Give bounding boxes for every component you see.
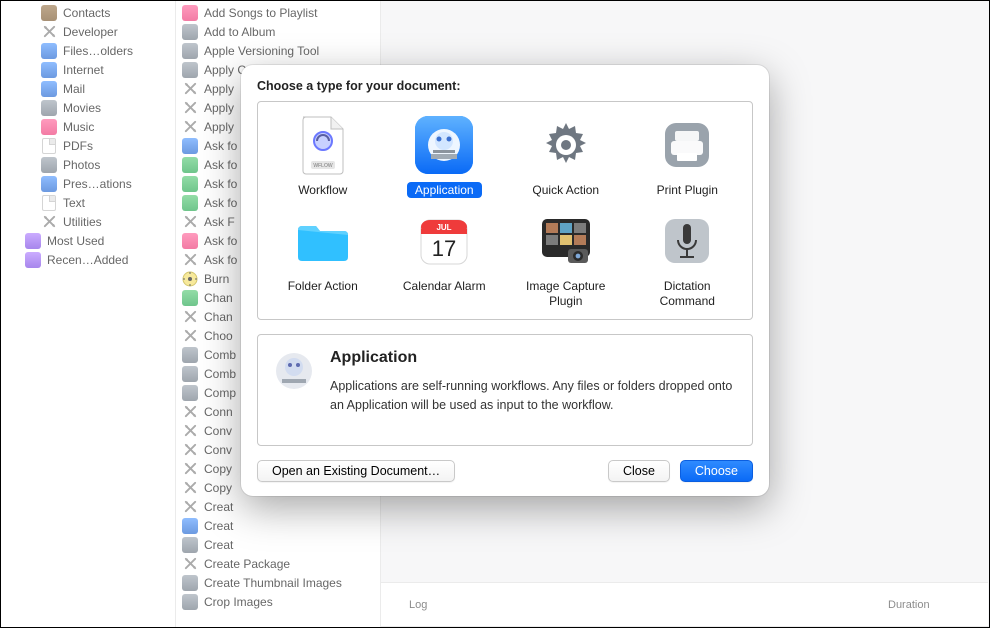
gear-icon — [535, 114, 597, 176]
type-option-folder-action[interactable]: Folder Action — [262, 204, 384, 311]
type-option-calendar-alarm[interactable]: JUL 17 Calendar Alarm — [384, 204, 506, 311]
calendar-icon: JUL 17 — [413, 210, 475, 272]
type-option-dictation-command[interactable]: Dictation Command — [627, 204, 749, 311]
type-grid: WFLOW Workflow — [257, 101, 753, 320]
microphone-icon — [656, 210, 718, 272]
svg-text:JUL: JUL — [437, 223, 452, 232]
type-option-workflow[interactable]: WFLOW Workflow — [262, 108, 384, 200]
automator-app-icon — [272, 349, 316, 393]
type-option-print-plugin[interactable]: Print Plugin — [627, 108, 749, 200]
close-button[interactable]: Close — [608, 460, 670, 482]
type-option-image-capture-plugin[interactable]: Image Capture Plugin — [505, 204, 627, 311]
type-label: Dictation Command — [643, 278, 731, 309]
type-label: Application — [407, 182, 482, 198]
folder-icon — [292, 210, 354, 272]
type-label: Folder Action — [280, 278, 366, 294]
open-existing-button[interactable]: Open an Existing Document… — [257, 460, 455, 482]
type-label: Print Plugin — [649, 182, 726, 198]
printer-icon — [656, 114, 718, 176]
type-description-box: Application Applications are self-runnin… — [257, 334, 753, 446]
modal-title: Choose a type for your document: — [257, 79, 753, 93]
type-label: Quick Action — [524, 182, 607, 198]
workflow-file-icon: WFLOW — [292, 114, 354, 176]
type-option-application[interactable]: Application — [384, 108, 506, 200]
type-label: Calendar Alarm — [395, 278, 494, 294]
type-label: Image Capture Plugin — [518, 278, 614, 309]
automator-app-icon — [413, 114, 475, 176]
image-capture-icon — [535, 210, 597, 272]
svg-text:WFLOW: WFLOW — [313, 163, 332, 169]
type-description-text: Applications are self-running workflows.… — [330, 377, 738, 415]
choose-button[interactable]: Choose — [680, 460, 753, 482]
svg-text:17: 17 — [432, 236, 456, 261]
type-label: Workflow — [290, 182, 355, 198]
type-option-quick-action[interactable]: Quick Action — [505, 108, 627, 200]
type-description-title: Application — [330, 349, 738, 367]
document-type-modal: Choose a type for your document: WFLOW W… — [241, 65, 769, 496]
